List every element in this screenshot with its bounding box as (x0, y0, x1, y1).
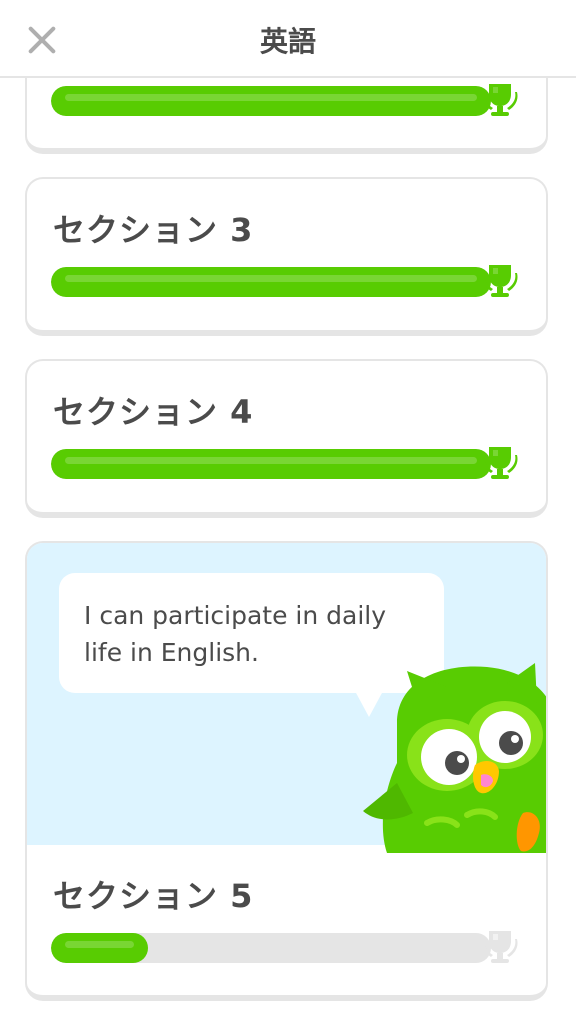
progress-highlight (65, 941, 134, 948)
section-progress-bar (51, 267, 491, 297)
progress-fill (51, 933, 148, 963)
section-card-4[interactable]: セクション 4 (25, 359, 548, 518)
section-title: セクション 5 (53, 877, 254, 915)
progress-highlight (65, 457, 477, 464)
page-title: 英語 (259, 25, 316, 58)
promo-text: I can participate in daily life in Engli… (84, 601, 387, 667)
section-title: セクション 4 (53, 393, 254, 431)
trophy-icon (482, 84, 518, 116)
progress-fill (51, 86, 491, 116)
trophy-icon (482, 931, 518, 963)
section-card-5[interactable]: I can participate in daily life in Engli… (25, 541, 548, 1001)
owl-mascot (363, 663, 546, 853)
trophy-icon (482, 265, 518, 297)
top-bar: 英語 (0, 0, 576, 78)
trophy-icon (482, 447, 518, 479)
section-progress-bar (51, 449, 491, 479)
progress-fill (51, 267, 491, 297)
promo-banner: I can participate in daily life in Engli… (27, 543, 546, 853)
section-progress-bar (51, 933, 491, 963)
section-progress-bar (51, 86, 491, 116)
section-title: セクション 3 (53, 211, 254, 249)
progress-highlight (65, 94, 477, 101)
section-card-3[interactable]: セクション 3 (25, 177, 548, 336)
progress-highlight (65, 275, 477, 282)
progress-fill (51, 449, 491, 479)
